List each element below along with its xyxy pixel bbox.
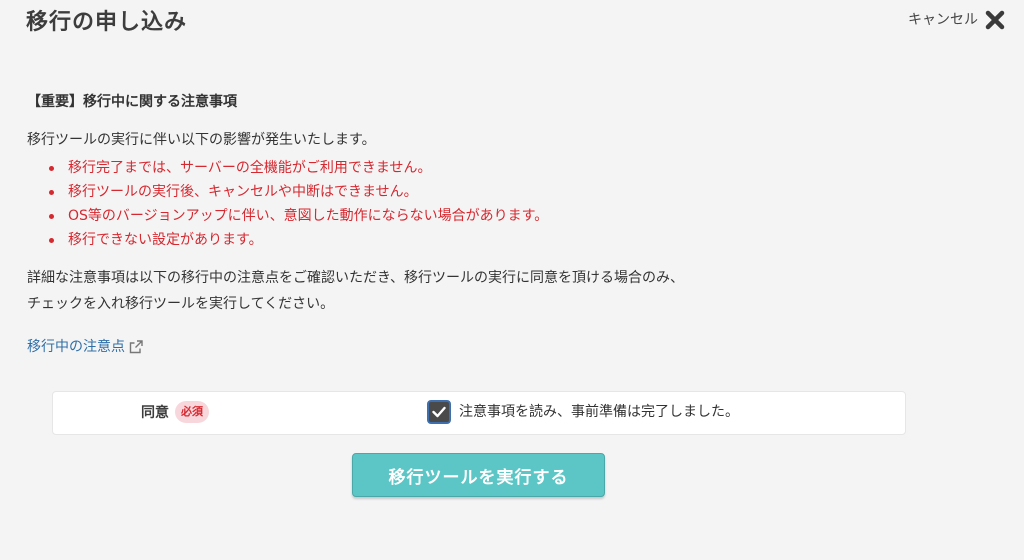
migration-notes-link[interactable]: 移行中の注意点: [27, 337, 125, 357]
agreement-checkbox-field[interactable]: 注意事項を読み、事前準備は完了しました。: [427, 400, 739, 424]
required-badge: 必須: [175, 401, 209, 423]
run-migration-button[interactable]: 移行ツールを実行する: [352, 453, 605, 497]
agreement-checkbox[interactable]: [427, 400, 451, 424]
warning-item: 移行できない設定があります。: [49, 228, 987, 252]
notes-link-row: 移行中の注意点: [27, 337, 987, 357]
cancel-label: キャンセル: [908, 12, 978, 28]
details-line: チェックを入れ移行ツールを実行してください。: [27, 296, 335, 312]
warning-item: 移行完了までは、サーバーの全機能がご利用できません。: [49, 156, 987, 180]
notice-section: 【重要】移行中に関する注意事項 移行ツールの実行に伴い以下の影響が発生いたします…: [27, 92, 987, 357]
warning-list: 移行完了までは、サーバーの全機能がご利用できません。 移行ツールの実行後、キャン…: [49, 156, 987, 252]
agreement-checkbox-label: 注意事項を読み、事前準備は完了しました。: [459, 404, 739, 420]
notice-intro: 移行ツールの実行に伴い以下の影響が発生いたします。: [27, 132, 376, 148]
agreement-label: 同意: [141, 405, 169, 421]
page-title: 移行の申し込み: [26, 10, 188, 35]
agreement-row: 同意 必須 注意事項を読み、事前準備は完了しました。: [52, 391, 906, 435]
warning-item: 移行ツールの実行後、キャンセルや中断はできません。: [49, 180, 987, 204]
notice-details: 詳細な注意事項は以下の移行中の注意点をご確認いただき、移行ツールの実行に同意を頂…: [27, 265, 987, 317]
close-icon: [985, 10, 1005, 30]
external-link-icon: [129, 340, 143, 354]
notice-heading: 【重要】移行中に関する注意事項: [27, 94, 237, 110]
warning-item: OS等のバージョンアップに伴い、意図した動作にならない場合があります。: [49, 204, 987, 228]
details-line: 詳細な注意事項は以下の移行中の注意点をご確認いただき、移行ツールの実行に同意を頂…: [27, 270, 685, 286]
cancel-button[interactable]: キャンセル: [908, 8, 1006, 32]
checkmark-icon: [432, 406, 446, 418]
